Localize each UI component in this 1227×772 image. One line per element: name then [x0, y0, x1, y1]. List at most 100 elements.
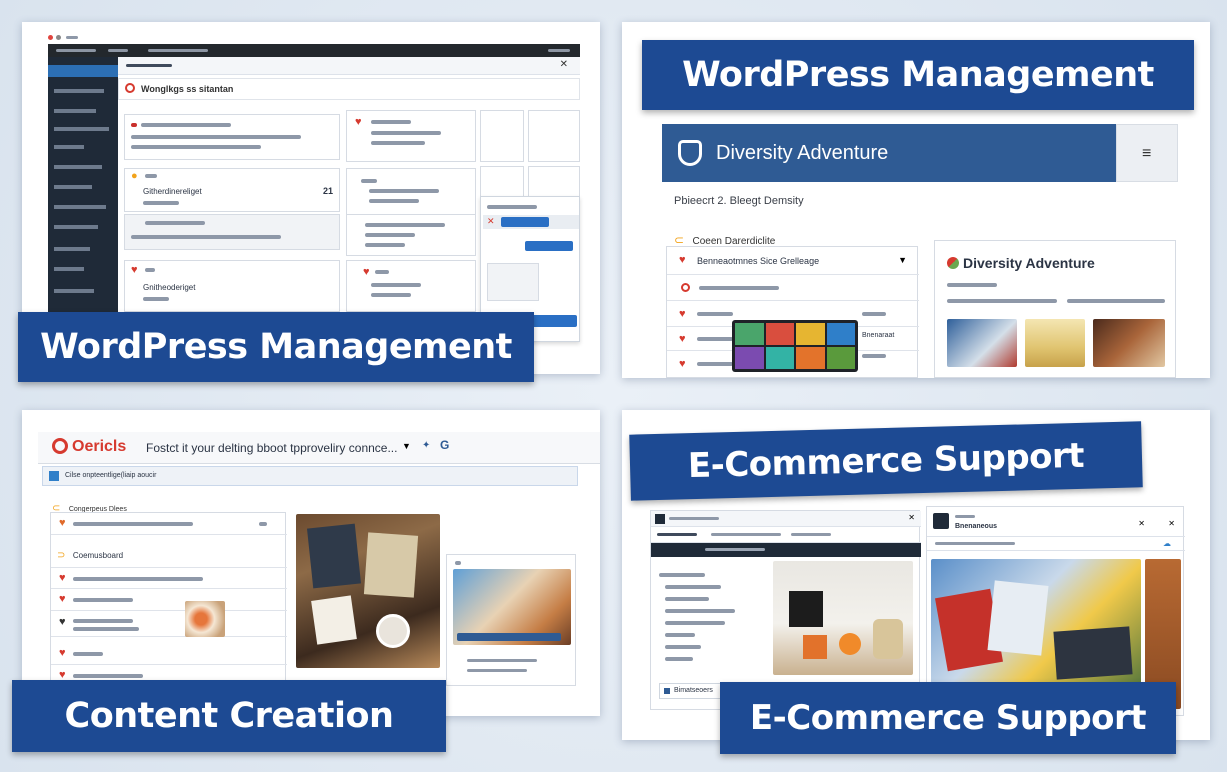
sidebar-item[interactable]: [54, 289, 94, 293]
post-card[interactable]: ♥ Gnitheoderiget: [124, 260, 340, 312]
thumbnail-image[interactable]: [1025, 319, 1085, 367]
close-icon[interactable]: ✕: [1168, 519, 1175, 528]
sidebar-active-item[interactable]: [48, 65, 118, 77]
banner-wordpress-management: WordPress Management: [18, 312, 534, 382]
post-card[interactable]: [124, 214, 340, 250]
list-item[interactable]: ♥ Benneaotmnes Sice Grelleage ▼: [667, 247, 919, 275]
heart-icon: ♥: [679, 358, 686, 370]
sidebar-item[interactable]: [54, 267, 84, 271]
list-item[interactable]: ♥: [51, 601, 287, 637]
menu-button[interactable]: ≡: [1116, 124, 1178, 182]
item-title: Gnitheoderiget: [143, 283, 196, 292]
heart-icon: ♥: [363, 266, 370, 278]
tablet-preview: [732, 320, 858, 372]
category-list: [659, 573, 759, 683]
admin-topbar: [48, 44, 580, 57]
sidebar-item[interactable]: [54, 225, 98, 229]
widget-card[interactable]: ♥: [346, 260, 476, 312]
row-action-label[interactable]: Bnenaraat: [862, 332, 894, 339]
heart-icon: ♥: [59, 572, 66, 584]
post-card[interactable]: ● Githerdinereliget 21: [124, 168, 340, 212]
list-item[interactable]: ♥: [51, 513, 287, 535]
sidebar-item[interactable]: [54, 165, 102, 169]
panel-content-creation: Oericls Fostct it your delting bboot tpp…: [22, 410, 600, 716]
close-icon[interactable]: ✕: [1138, 519, 1145, 528]
filter-bar: [651, 543, 921, 557]
sidebar-item[interactable]: [54, 109, 96, 113]
store-header: Bnenaneous ✕ ✕: [927, 507, 1185, 537]
heart-icon: ♥: [59, 647, 66, 659]
sidebar-item[interactable]: [54, 247, 90, 251]
count-badge: 21: [323, 186, 334, 196]
store-nav: ☁: [927, 537, 1185, 551]
heart-icon: ♥: [355, 116, 362, 128]
action-button[interactable]: [525, 241, 573, 251]
close-icon[interactable]: ✕: [487, 216, 495, 227]
app-header: Oericls Fostct it your delting bboot tpp…: [38, 432, 600, 464]
list-heading: ⊃ Coemusboard: [57, 550, 124, 561]
brand-logo-icon: [52, 438, 68, 454]
thumbnail-image[interactable]: [1093, 319, 1165, 367]
g-icon[interactable]: G: [440, 438, 449, 452]
window-controls: [48, 35, 88, 41]
post-card[interactable]: [124, 114, 340, 160]
sidebar-item[interactable]: [54, 89, 104, 93]
heart-icon: ●: [131, 170, 138, 182]
leaf-icon: [947, 257, 959, 269]
page-subtitle: Pbieecrt 2. Bleegt Demsity: [674, 195, 804, 207]
site-name: Diversity Adventure: [716, 142, 889, 164]
chevron-down-icon[interactable]: ▼: [402, 441, 411, 451]
sidebar-item[interactable]: [54, 185, 92, 189]
search-text[interactable]: Fostct it your delting bboot tpproveliry…: [146, 441, 397, 455]
grid-cell: [528, 110, 580, 162]
moodboard-photo[interactable]: [296, 514, 440, 668]
heart-icon: ♥: [59, 593, 66, 605]
heart-icon: ♥: [679, 254, 686, 266]
sub-toolbar-text: Cilse onpteentlige(liaip aoucir: [65, 472, 157, 479]
tab-icon: [664, 688, 670, 694]
action-button[interactable]: [501, 217, 549, 227]
item-title: Githerdinereliget: [143, 187, 202, 196]
food-thumbnail[interactable]: [185, 601, 225, 637]
list-item[interactable]: ♥: [51, 589, 287, 611]
chevron-down-icon[interactable]: ▼: [898, 255, 907, 265]
list-item-title: Benneaotmnes Sice Grelleage: [697, 256, 820, 266]
list-item[interactable]: [667, 275, 919, 301]
featured-card[interactable]: Diversity Adventure: [934, 240, 1176, 378]
heart-icon: ♥: [679, 308, 686, 320]
list-item[interactable]: ♥: [51, 643, 287, 665]
article-preview-card[interactable]: [446, 554, 576, 686]
hamburger-icon[interactable]: ≡: [1142, 145, 1151, 163]
sub-toolbar: Cilse onpteentlige(liaip aoucir: [42, 466, 578, 486]
close-icon[interactable]: ✕: [908, 513, 915, 522]
banner-wordpress-management-2: WordPress Management: [642, 40, 1194, 110]
pin-icon[interactable]: ✦: [422, 440, 430, 451]
heart-icon: ♥: [679, 333, 686, 345]
preview-action-button[interactable]: [457, 633, 561, 641]
banner-content-creation: Content Creation: [12, 680, 446, 752]
clock-icon: [125, 83, 135, 93]
sidebar-item[interactable]: [54, 145, 84, 149]
cart-icon[interactable]: ☁: [1163, 539, 1171, 548]
close-icon[interactable]: ✕: [560, 59, 568, 70]
grid-cell: [480, 110, 524, 162]
site-header: Diversity Adventure: [662, 124, 1116, 182]
page-heading: Wonglkgs ss sitantan: [141, 84, 234, 94]
store-button[interactable]: Bnenaneous: [955, 523, 997, 530]
window-header: ✕: [651, 511, 921, 527]
content-list: ♥ ⊃ Coemusboard ♥ ♥ ♥ ♥ ♥: [50, 512, 287, 692]
product-photo[interactable]: [773, 561, 913, 675]
toolbar: [651, 527, 921, 543]
sidebar-item[interactable]: [54, 205, 106, 209]
store-logo-icon: [933, 513, 949, 529]
sidebar-item[interactable]: [54, 127, 109, 131]
banner-ecommerce-support-bottom: E-Commerce Support: [720, 682, 1176, 754]
row-actions: Bnenaraat: [862, 308, 916, 372]
tab-label: Bimatseoers: [674, 687, 713, 694]
heart-icon: ♥: [59, 616, 66, 628]
widget-card[interactable]: [346, 214, 476, 256]
widget-card[interactable]: ♥: [346, 110, 476, 162]
admin-sidebar: [48, 57, 118, 317]
thumbnail-image[interactable]: [947, 319, 1017, 367]
list-item[interactable]: ♥: [51, 567, 287, 589]
